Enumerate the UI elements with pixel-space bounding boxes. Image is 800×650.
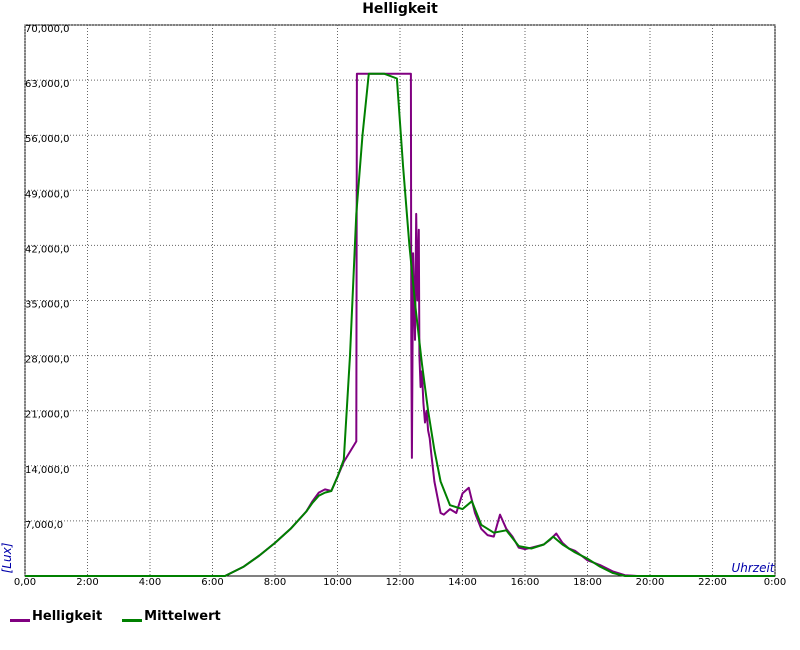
y-tick-label: 35,000,0 [25,300,70,311]
x-axis-label: Uhrzeit [731,561,775,575]
x-tick-label: 4:00 [139,577,161,588]
x-tick-label: 22:00 [698,577,727,588]
legend-item-mittelwert: Mittelwert [122,609,221,624]
plot-area [25,72,775,577]
grid [24,24,776,577]
x-tick-label: 10:00 [323,577,352,588]
legend: Helligkeit Mittelwert [10,609,221,624]
y-tick-label: 7,000,0 [25,520,63,531]
y-axis-label: [Lux] [0,542,14,573]
chart-title: Helligkeit [362,1,438,17]
legend-swatch-mittelwert [122,619,143,622]
x-tick-label: 6:00 [201,577,223,588]
legend-item-helligkeit: Helligkeit [10,609,102,624]
brightness-chart: Helligkeit 70,000,0 63,000,0 56,000,0 49,00… [0,1,786,588]
y-tick-label: 63,000,0 [25,79,70,90]
series-line-helligkeit [25,72,775,577]
y-tick-label: 56,000,0 [25,134,70,145]
x-tick-label: 12:00 [386,577,415,588]
x-tick-label: 16:00 [511,577,540,588]
y-tick-label: 28,000,0 [25,355,70,366]
x-tick-label: 14:00 [448,577,477,588]
x-tick-label: 0,00 [14,577,36,588]
y-tick-label: 49,000,0 [25,189,70,200]
y-tick-label: 21,000,0 [25,410,70,421]
y-tick-label: 14,000,0 [25,465,70,476]
y-tick-label: 42,000,0 [25,244,70,255]
x-tick-label: 8:00 [264,577,286,588]
x-tick-label: 2:00 [76,577,98,588]
y-tick-labels: 70,000,0 63,000,0 56,000,0 49,000,0 42,000,0… [25,24,70,531]
x-tick-labels: 0,00 2:00 4:00 6:00 8:00 10:00 12:00 14:00 16:00… [14,577,786,588]
x-tick-label: 0:00 [764,577,786,588]
legend-swatch-helligkeit [10,619,30,622]
x-tick-label: 20:00 [636,577,665,588]
y-tick-label: 70,000,0 [25,24,70,35]
legend-label-helligkeit: Helligkeit [32,609,103,624]
x-tick-label: 18:00 [573,577,602,588]
legend-label-mittelwert: Mittelwert [144,609,221,624]
series-line-mittelwert [25,72,775,577]
